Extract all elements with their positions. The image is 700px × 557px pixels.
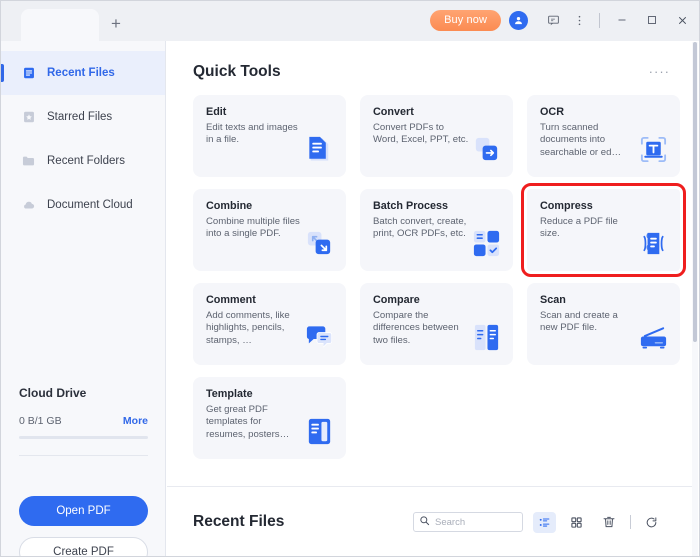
tool-card-convert[interactable]: Convert Convert PDFs to Word, Excel, PPT… [360, 95, 513, 177]
recent-folders-icon [21, 154, 36, 169]
window-controls: Buy now [430, 1, 699, 39]
quick-tools-header: Quick Tools ···· [167, 41, 694, 81]
maximize-icon[interactable] [637, 7, 667, 33]
quick-tools-grid: Edit Edit texts and images in a file. Co… [167, 81, 694, 459]
sidebar-item-document-cloud[interactable]: Document Cloud [1, 183, 165, 227]
starred-files-icon [21, 110, 36, 125]
tool-card-title: Combine [206, 200, 253, 212]
account-avatar-icon[interactable] [509, 10, 528, 30]
tool-card-title: Comment [206, 294, 256, 306]
scanner-icon [638, 322, 669, 353]
sidebar: Recent Files Starred Files Recent Folder… [1, 41, 166, 556]
toolbar-divider [630, 515, 631, 529]
title-bar: + Buy now [1, 1, 699, 41]
batch-process-icon [471, 228, 502, 259]
tool-card-desc: Combine multiple files into a single PDF… [206, 216, 300, 240]
refresh-icon[interactable] [640, 512, 663, 533]
tool-card-title: OCR [540, 106, 564, 118]
combine-files-icon [304, 228, 335, 259]
minimize-icon[interactable] [607, 7, 637, 33]
tool-card-desc: Reduce a PDF file size. [540, 216, 618, 240]
more-vertical-icon[interactable] [566, 7, 592, 33]
tool-card-desc: Add comments, like highlights, pencils, … [206, 310, 290, 346]
tool-card-desc: Compare the differences between two file… [373, 310, 459, 346]
tool-card-compare[interactable]: Compare Compare the differences between … [360, 283, 513, 365]
tool-card-edit[interactable]: Edit Edit texts and images in a file. [193, 95, 346, 177]
tool-card-title: Edit [206, 106, 227, 118]
cloud-drive-quota-row: 0 B/1 GB More [19, 415, 148, 427]
vertical-scrollbar[interactable] [692, 42, 698, 556]
cloud-drive-title: Cloud Drive [19, 386, 87, 400]
tool-card-comment[interactable]: Comment Add comments, like highlights, p… [193, 283, 346, 365]
tool-card-scan[interactable]: Scan Scan and create a new PDF file. [527, 283, 680, 365]
page-title: Quick Tools [193, 63, 281, 80]
feedback-icon[interactable] [540, 7, 566, 33]
tab-strip: + [1, 1, 133, 41]
tool-card-desc: Scan and create a new PDF file. [540, 310, 618, 334]
tool-card-ocr[interactable]: OCR Turn scanned documents into searchab… [527, 95, 680, 177]
ocr-scan-icon [638, 134, 669, 165]
grid-view-icon[interactable] [565, 512, 588, 533]
search-box[interactable] [413, 512, 523, 532]
tool-card-desc: Edit texts and images in a file. [206, 122, 298, 146]
document-cloud-icon [21, 198, 36, 213]
edit-document-icon [304, 134, 335, 165]
convert-icon [471, 134, 502, 165]
tool-card-title: Batch Process [373, 200, 449, 212]
tool-card-template[interactable]: Template Get great PDF templates for res… [193, 377, 346, 459]
tool-card-title: Compress [540, 200, 593, 212]
recent-files-bar: Recent Files [167, 486, 694, 556]
cloud-drive-quota: 0 B/1 GB [19, 415, 62, 427]
tool-card-desc: Turn scanned documents into searchable o… [540, 122, 622, 158]
search-input[interactable] [435, 516, 520, 528]
sidebar-item-recent-files[interactable]: Recent Files [1, 51, 165, 95]
tab-home[interactable] [21, 9, 99, 41]
buy-now-button[interactable]: Buy now [430, 9, 501, 31]
search-icon [419, 513, 430, 531]
template-icon [304, 416, 335, 447]
sidebar-item-starred-files[interactable]: Starred Files [1, 95, 165, 139]
sidebar-item-recent-folders[interactable]: Recent Folders [1, 139, 165, 183]
tool-card-desc: Get great PDF templates for resumes, pos… [206, 404, 290, 440]
new-tab-button[interactable]: + [99, 8, 133, 40]
tool-card-title: Convert [373, 106, 414, 118]
tool-card-batch-process[interactable]: Batch Process Batch convert, create, pri… [360, 189, 513, 271]
tool-card-title: Scan [540, 294, 566, 306]
recent-files-icon [21, 66, 36, 81]
recent-files-title: Recent Files [193, 513, 285, 530]
quick-tools-panel: Quick Tools ···· Edit Edit texts and ima… [167, 41, 694, 486]
close-icon[interactable] [667, 7, 697, 33]
sidebar-actions: Open PDF Create PDF [1, 496, 166, 556]
sidebar-item-label: Recent Folders [47, 155, 125, 167]
titlebar-divider [599, 12, 600, 28]
trash-icon[interactable] [597, 512, 620, 533]
tool-card-title: Template [206, 388, 253, 400]
sidebar-item-label: Recent Files [47, 67, 115, 79]
create-pdf-button[interactable]: Create PDF [19, 537, 148, 556]
sidebar-item-label: Starred Files [47, 111, 113, 123]
sidebar-item-label: Document Cloud [47, 199, 133, 211]
sidebar-divider [19, 455, 148, 456]
tool-card-desc: Convert PDFs to Word, Excel, PPT, etc. [373, 122, 469, 146]
scrollbar-thumb[interactable] [693, 42, 697, 342]
open-pdf-button[interactable]: Open PDF [19, 496, 148, 526]
tool-card-compress[interactable]: Compress Reduce a PDF file size. [521, 183, 686, 277]
compare-icon [471, 322, 502, 353]
sidebar-nav: Recent Files Starred Files Recent Folder… [1, 41, 165, 227]
main-content: Quick Tools ···· Edit Edit texts and ima… [167, 41, 699, 556]
cloud-drive-more-link[interactable]: More [123, 415, 148, 427]
compress-icon [638, 228, 669, 259]
recent-files-toolbar [413, 511, 672, 533]
tool-card-desc: Batch convert, create, print, OCR PDFs, … [373, 216, 467, 240]
comment-icon [304, 322, 335, 353]
list-view-icon[interactable] [533, 511, 556, 533]
cloud-drive-usage-bar [19, 436, 148, 439]
application-window: + Buy now Recent Files Starred Files Rec… [0, 0, 700, 557]
tool-card-title: Compare [373, 294, 420, 306]
cloud-drive-section: Cloud Drive 0 B/1 GB More [1, 386, 166, 456]
more-horizontal-icon[interactable]: ···· [649, 65, 670, 78]
tool-card-combine[interactable]: Combine Combine multiple files into a si… [193, 189, 346, 271]
